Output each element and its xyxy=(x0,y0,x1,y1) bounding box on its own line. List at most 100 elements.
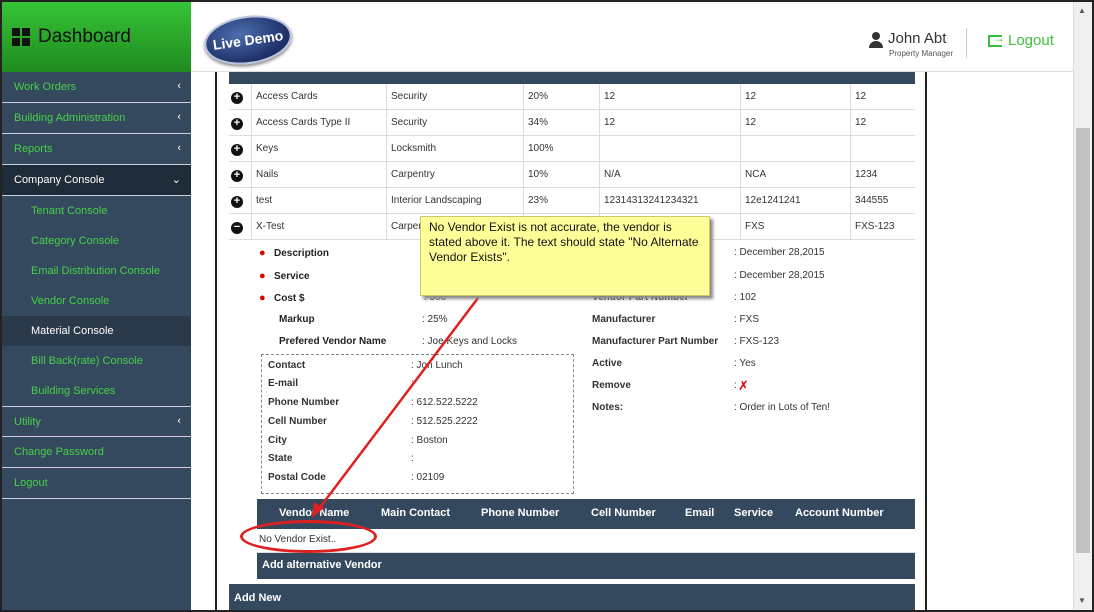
sidebar-item-label: Utility xyxy=(14,415,41,428)
detail-right-label: Remove xyxy=(592,380,631,391)
chevron-left-icon: ‹ xyxy=(177,415,181,427)
sidebar-item-label: Building Administration xyxy=(14,112,126,124)
vendor-field-label: City xyxy=(268,435,287,446)
sidebar-subitem-bill-back-console[interactable]: Bill Back(rate) Console xyxy=(2,346,191,376)
table-row[interactable]: + Access Cards Type II Security 34% 12 12 12 xyxy=(229,110,915,136)
add-new-button[interactable]: Add New xyxy=(229,584,915,610)
chevron-left-icon: ‹ xyxy=(177,142,181,154)
sidebar-item-label: Logout xyxy=(14,477,48,489)
sidebar-subitem-tenant-console[interactable]: Tenant Console xyxy=(2,196,191,226)
vendor-field-label: Postal Code xyxy=(268,472,326,483)
annotation-note: No Vendor Exist is not accurate, the ven… xyxy=(420,216,710,296)
expand-plus-icon[interactable]: + xyxy=(231,170,243,182)
table-cell: Carpentry xyxy=(386,162,523,188)
chevron-left-icon: ‹ xyxy=(177,80,181,92)
table-cell: 12 xyxy=(599,110,740,136)
vertical-scrollbar[interactable]: ▲ ▼ xyxy=(1073,2,1092,610)
sidebar-subitem-vendor-console[interactable]: Vendor Console xyxy=(2,286,191,316)
table-cell: Nails xyxy=(251,162,386,188)
table-cell: 344555 xyxy=(850,188,915,214)
table-cell: FXS xyxy=(740,214,850,240)
detail-right-label: Notes: xyxy=(592,402,624,413)
table-cell xyxy=(599,136,740,162)
detail-right-value: : December 28,2015 xyxy=(734,270,825,281)
detail-right-value: : 102 xyxy=(734,292,757,303)
sign-out-icon xyxy=(988,31,1005,47)
required-bullet-icon: ● xyxy=(259,247,266,259)
table-cell: Keys xyxy=(251,136,386,162)
detail-right-value: : Order in Lots of Ten! xyxy=(734,402,830,413)
dashboard-brand[interactable]: Dashboard xyxy=(2,2,191,72)
materials-table-header xyxy=(229,72,915,84)
table-cell xyxy=(740,136,850,162)
table-cell: Access Cards xyxy=(251,84,386,110)
detail-right-label: Manufacturer xyxy=(592,314,656,325)
sidebar-item-label: Work Orders xyxy=(14,81,77,93)
sidebar-subitem-material-console[interactable]: Material Console xyxy=(2,316,191,346)
sidebar-item-reports[interactable]: Reports ‹ xyxy=(2,134,191,165)
detail-right-label: Active xyxy=(592,358,623,369)
table-cell: X-Test xyxy=(251,214,386,240)
sidebar-subitem-email-distribution-console[interactable]: Email Distribution Console xyxy=(2,256,191,286)
table-cell: 12 xyxy=(850,84,915,110)
collapse-minus-icon[interactable]: − xyxy=(231,222,243,234)
scroll-up-arrow-icon[interactable]: ▲ xyxy=(1078,6,1086,15)
chevron-down-icon: ⌄ xyxy=(171,174,181,186)
expand-plus-icon[interactable]: + xyxy=(231,118,243,130)
vendor-field-label: E-mail xyxy=(268,378,299,389)
vendor-field-label: Contact xyxy=(268,360,306,371)
user-icon xyxy=(869,32,883,48)
scroll-down-arrow-icon[interactable]: ▼ xyxy=(1078,596,1086,605)
vendor-field-value: : Boston xyxy=(411,435,448,446)
scrollbar-thumb[interactable] xyxy=(1076,128,1090,553)
detail-right-value: : xyxy=(734,380,737,391)
table-cell: 12 xyxy=(740,84,850,110)
required-bullet-icon: ● xyxy=(259,292,266,304)
expand-plus-icon[interactable]: + xyxy=(231,144,243,156)
sidebar-item-logout[interactable]: Logout xyxy=(2,468,191,499)
table-cell: Access Cards Type II xyxy=(251,110,386,136)
table-row[interactable]: + test Interior Landscaping 23% 123143132412… xyxy=(229,188,915,214)
logout-label: Logout xyxy=(1008,32,1054,49)
table-row[interactable]: + Access Cards Security 20% 12 12 12 xyxy=(229,84,915,110)
table-cell: Security xyxy=(386,84,523,110)
sidebar-item-label: Change Password xyxy=(14,446,104,458)
top-header: Live Demo John Abt Property Manager Logo… xyxy=(191,2,1073,72)
table-cell: 10% xyxy=(523,162,599,188)
user-name: John Abt xyxy=(888,30,947,47)
detail-right-value: : Yes xyxy=(734,358,756,369)
table-cell: 23% xyxy=(523,188,599,214)
sidebar-item-work-orders[interactable]: Work Orders ‹ xyxy=(2,72,191,103)
table-row[interactable]: + Keys Locksmith 100% xyxy=(229,136,915,162)
vendor-field-label: State xyxy=(268,453,293,464)
remove-x-icon[interactable]: ✗ xyxy=(738,378,749,394)
col-email: Email xyxy=(685,507,715,519)
detail-cost-row: ● Cost $ xyxy=(259,292,305,304)
logout-button[interactable]: Logout xyxy=(988,31,1054,49)
sidebar-subitem-category-console[interactable]: Category Console xyxy=(2,226,191,256)
table-cell: 12 xyxy=(599,84,740,110)
sidebar-item-change-password[interactable]: Change Password xyxy=(2,437,191,468)
col-service: Service xyxy=(734,507,774,519)
detail-description-row: ● Description xyxy=(259,247,329,259)
sidebar-item-building-administration[interactable]: Building Administration ‹ xyxy=(2,103,191,134)
sidebar-item-utility[interactable]: Utility ‹ xyxy=(2,406,191,437)
vendor-field-label: Phone Number xyxy=(268,397,340,408)
add-alternative-vendor-button[interactable]: Add alternative Vendor xyxy=(257,553,915,579)
detail-vendor-name-label: Prefered Vendor Name xyxy=(279,336,386,347)
sidebar-item-company-console[interactable]: Company Console ⌄ xyxy=(2,165,191,196)
detail-markup-label: Markup xyxy=(279,314,315,325)
user-menu[interactable]: John Abt Property Manager xyxy=(869,30,953,58)
required-bullet-icon: ● xyxy=(259,270,266,282)
detail-markup-value: : 25% xyxy=(422,314,448,325)
detail-vendor-name-value: : Joe Keys and Locks xyxy=(422,336,518,347)
expand-plus-icon[interactable]: + xyxy=(231,92,243,104)
table-cell: 34% xyxy=(523,110,599,136)
expand-plus-icon[interactable]: + xyxy=(231,196,243,208)
table-cell: 12 xyxy=(850,110,915,136)
header-divider xyxy=(966,28,967,58)
sidebar-subitem-building-services[interactable]: Building Services xyxy=(2,376,191,406)
vendor-field-value: : xyxy=(411,453,414,464)
sidebar-item-label: Reports xyxy=(14,143,53,155)
table-row[interactable]: + Nails Carpentry 10% N/A NCA 1234 xyxy=(229,162,915,188)
